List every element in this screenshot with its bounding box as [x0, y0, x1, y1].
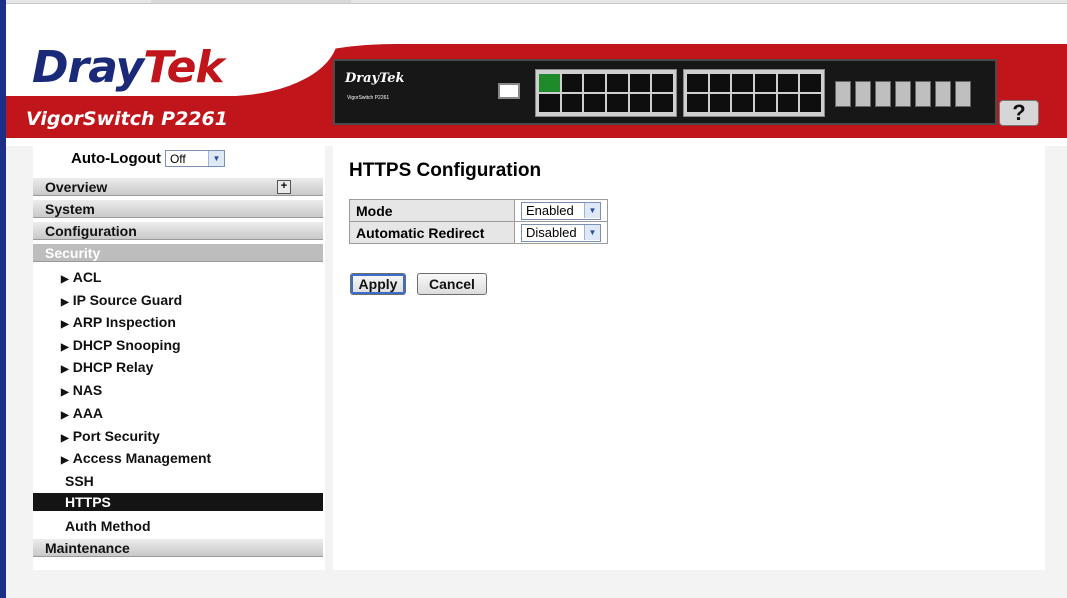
sfp-ports: [835, 81, 971, 107]
port-group-2: [683, 69, 825, 117]
table-row: Automatic Redirect Disabled ▼: [349, 221, 608, 244]
nav-item-port-security[interactable]: ▶ Port Security: [61, 428, 160, 444]
triangle-right-icon: ▶: [61, 387, 69, 398]
nav-item-acl[interactable]: ▶ ACL: [61, 269, 101, 285]
chevron-down-icon: ▼: [584, 225, 600, 240]
main-panel: HTTPS Configuration Mode Enabled ▼ Autom…: [333, 146, 1045, 570]
draytek-logo: DrayTek: [32, 42, 225, 93]
chevron-down-icon: ▼: [584, 203, 600, 218]
nav-item-ssh[interactable]: SSH: [65, 473, 94, 489]
mode-label: Mode: [349, 199, 515, 222]
https-config-table: Mode Enabled ▼ Automatic Redirect Disabl…: [349, 199, 608, 244]
triangle-right-icon: ▶: [61, 455, 69, 466]
nav-system[interactable]: System: [33, 200, 323, 218]
expand-plus-icon[interactable]: +: [277, 180, 291, 194]
triangle-right-icon: ▶: [61, 297, 69, 308]
mode-select[interactable]: Enabled ▼: [521, 201, 601, 220]
auto-logout-label: Auto-Logout: [71, 150, 161, 167]
switch-panel-image: DrayTek VigorSwitch P2261: [333, 59, 997, 125]
nav-item-dhcp-snooping[interactable]: ▶ DHCP Snooping: [61, 337, 181, 353]
nav-configuration[interactable]: Configuration: [33, 222, 323, 240]
triangle-right-icon: ▶: [61, 364, 69, 375]
port-group-1: [535, 69, 677, 117]
page-title: HTTPS Configuration: [349, 160, 542, 181]
cancel-button[interactable]: Cancel: [417, 273, 487, 295]
apply-button[interactable]: Apply: [350, 273, 406, 295]
triangle-right-icon: ▶: [61, 433, 69, 444]
table-row: Mode Enabled ▼: [349, 199, 608, 222]
triangle-right-icon: ▶: [61, 274, 69, 285]
nav-item-access-management[interactable]: ▶ Access Management: [61, 450, 211, 466]
nav-item-https[interactable]: HTTPS: [33, 493, 323, 511]
sidebar: Auto-Logout Off ▼ Overview + System Conf…: [33, 146, 325, 570]
triangle-right-icon: ▶: [61, 410, 69, 421]
auto-logout: Auto-Logout Off ▼: [71, 150, 225, 167]
model-name: VigorSwitch P2261: [26, 108, 228, 130]
nav-item-dhcp-relay[interactable]: ▶ DHCP Relay: [61, 359, 153, 375]
chevron-down-icon: ▼: [207, 151, 224, 166]
automatic-redirect-label: Automatic Redirect: [349, 221, 515, 244]
nav-security[interactable]: Security: [33, 244, 323, 262]
device-caption: VigorSwitch P2261: [347, 95, 390, 101]
nav-item-arp-inspection[interactable]: ▶ ARP Inspection: [61, 314, 176, 330]
nav-item-nas[interactable]: ▶ NAS: [61, 382, 102, 398]
console-port: [498, 83, 520, 99]
nav-maintenance[interactable]: Maintenance: [33, 539, 323, 557]
header-banner: DrayTek VigorSwitch P2261 DrayTek VigorS…: [6, 4, 1067, 144]
device-logo: DrayTek: [345, 71, 405, 86]
automatic-redirect-select[interactable]: Disabled ▼: [521, 223, 601, 242]
nav-overview[interactable]: Overview +: [33, 178, 323, 196]
triangle-right-icon: ▶: [61, 342, 69, 353]
nav-item-aaa[interactable]: ▶ AAA: [61, 405, 103, 421]
triangle-right-icon: ▶: [61, 319, 69, 330]
nav-item-ip-source-guard[interactable]: ▶ IP Source Guard: [61, 292, 182, 308]
nav-item-auth-method[interactable]: Auth Method: [65, 518, 151, 534]
help-button[interactable]: ?: [999, 100, 1039, 126]
auto-logout-select[interactable]: Off ▼: [164, 150, 225, 167]
